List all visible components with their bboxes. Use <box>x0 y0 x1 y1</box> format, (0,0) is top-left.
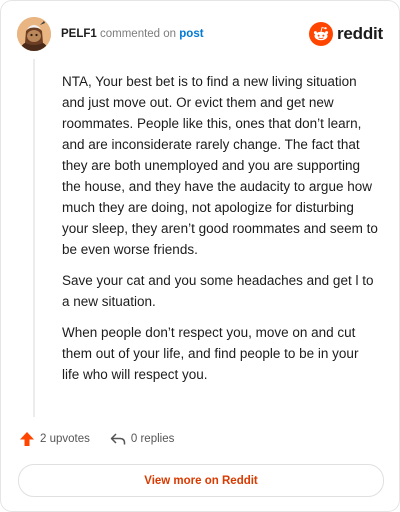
comment-actions: 2 upvotes 0 replies <box>19 431 174 447</box>
reddit-logo[interactable]: reddit <box>308 21 383 47</box>
comment-paragraph: When people don’t respect you, move on a… <box>62 325 359 382</box>
thread-line <box>33 59 35 417</box>
upvote-count: 2 upvotes <box>40 433 90 445</box>
avatar-icon <box>17 17 51 51</box>
reply-count: 0 replies <box>130 433 175 445</box>
reddit-comment-embed-card: PELF1 commented on post reddit NTA, Your… <box>0 0 400 512</box>
comment-header: PELF1 commented on post reddit <box>17 17 383 51</box>
view-more-label: View more on Reddit <box>144 474 258 487</box>
upvote-button[interactable]: 2 upvotes <box>19 431 90 447</box>
commented-on-text: commented on <box>100 28 177 40</box>
reddit-wordmark: reddit <box>336 24 383 43</box>
post-link[interactable]: post <box>179 28 203 40</box>
reply-arrow-icon <box>110 433 126 445</box>
upvote-arrow-icon <box>20 432 34 446</box>
avatar[interactable] <box>17 17 51 51</box>
author-name[interactable]: PELF1 <box>61 28 97 40</box>
reply-button[interactable]: 0 replies <box>110 432 174 446</box>
view-more-on-reddit-button[interactable]: View more on Reddit <box>18 464 384 497</box>
comment-paragraph: Save your cat and you some headaches and… <box>62 273 374 309</box>
comment-paragraph: NTA, Your best bet is to find a new livi… <box>62 74 378 257</box>
comment-meta: PELF1 commented on post <box>61 27 204 41</box>
reddit-snoo-icon <box>308 22 333 46</box>
comment-body: NTA, Your best bet is to find a new livi… <box>62 71 378 395</box>
